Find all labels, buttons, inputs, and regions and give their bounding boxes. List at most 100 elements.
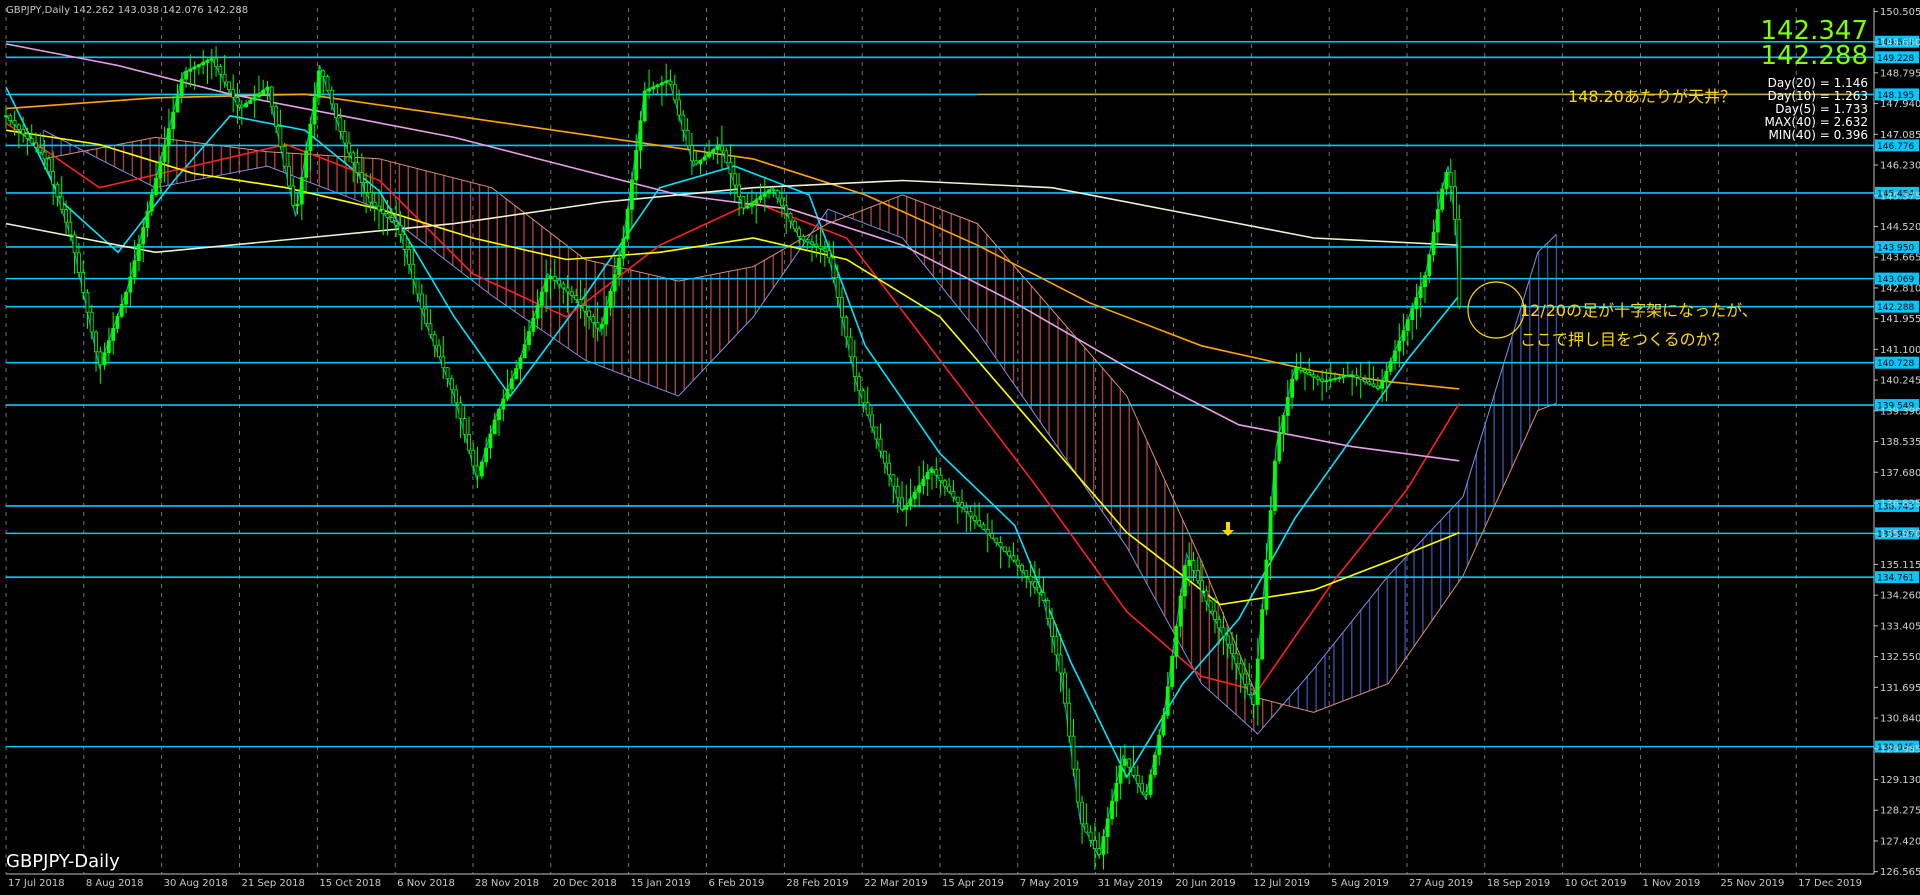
candle-body <box>1367 381 1372 385</box>
candle-body <box>771 189 776 192</box>
price-tick-label: 126.565 <box>1880 867 1920 878</box>
time-tick-label: 10 Oct 2019 <box>1565 878 1627 889</box>
time-tick-label: 28 Feb 2019 <box>786 878 848 889</box>
candle-body <box>698 159 703 165</box>
candle-body <box>865 402 870 416</box>
candle-body <box>908 498 913 506</box>
candle-body <box>282 146 287 167</box>
candle-body <box>1225 635 1230 645</box>
candle-body <box>951 491 956 498</box>
price-chart[interactable]: 149.661149.228148.195146.776145.454143.9… <box>0 0 1920 891</box>
candle-body <box>231 89 236 98</box>
candle-body <box>904 505 909 510</box>
time-tick-label: 1 Nov 2019 <box>1643 878 1701 889</box>
candle-body <box>29 138 34 144</box>
candle-body <box>89 311 94 333</box>
candle-body <box>557 279 561 285</box>
candle-body <box>25 133 30 139</box>
candle-body <box>831 257 836 279</box>
candle-body <box>1131 766 1136 776</box>
candle-body <box>1444 172 1449 190</box>
candle-body <box>68 221 73 236</box>
candle-body <box>411 263 416 280</box>
candle-body <box>158 161 163 179</box>
candle-body <box>1097 848 1102 855</box>
time-tick-label: 17 Jul 2018 <box>8 878 65 889</box>
price-tick-label: 135.115 <box>1880 560 1920 571</box>
candle-body <box>668 80 673 86</box>
candle-body <box>1088 831 1093 841</box>
candle-body <box>209 58 214 61</box>
candle-body <box>269 86 274 108</box>
candle-body <box>94 331 98 353</box>
level-tag-label: 149.228 <box>1877 54 1914 64</box>
level-tag-label: 140.728 <box>1877 359 1914 369</box>
candle-body <box>124 291 128 305</box>
candle-body <box>1024 570 1029 577</box>
candle-body <box>977 520 982 526</box>
candle-body <box>239 104 244 108</box>
candle-body <box>561 283 566 289</box>
candle-body <box>638 120 643 151</box>
candle-body <box>1140 783 1144 793</box>
candle-body <box>218 66 223 75</box>
time-tick-label: 8 Aug 2018 <box>86 878 144 889</box>
candle-body <box>1427 254 1432 277</box>
candle-body <box>505 388 510 400</box>
candle-body <box>994 537 999 543</box>
price-tick-label: 138.535 <box>1880 437 1920 448</box>
candle-body <box>797 228 802 237</box>
candle-body <box>1191 560 1196 572</box>
stat-day5: Day(5) = 1.733 <box>1775 102 1868 116</box>
candle-body <box>295 203 300 207</box>
candle-body <box>660 82 664 86</box>
candle-body <box>308 123 313 152</box>
chart-window[interactable]: 149.661 149.228 148.195 146.776 145.454 143.9… <box>0 0 1920 891</box>
candle-body <box>252 96 257 101</box>
candle-body <box>1350 374 1355 377</box>
candle-body <box>274 106 278 127</box>
candle-body <box>604 307 609 325</box>
candle-body <box>569 291 574 297</box>
candle-body <box>325 76 330 91</box>
candle-body <box>1204 590 1209 602</box>
time-tick-label: 21 Sep 2018 <box>242 878 305 889</box>
candle-body <box>407 249 411 265</box>
candle-body <box>415 278 420 295</box>
candle-body <box>887 462 892 476</box>
price-tick-label: 148.795 <box>1880 68 1920 79</box>
candle-body <box>167 128 171 146</box>
candle-body <box>574 295 579 301</box>
candle-body <box>1345 374 1350 377</box>
price-tick-label: 144.520 <box>1880 222 1920 233</box>
candle-body <box>1062 672 1067 704</box>
annotation-ceiling: 148.20あたりが天井？ <box>1568 87 1736 106</box>
candle-body <box>1247 683 1252 695</box>
candle-body <box>1251 693 1256 705</box>
annotation-doji-1: 12/20の足が十字架になったが、 <box>1520 301 1758 320</box>
candle-body <box>1401 330 1406 342</box>
candle-body <box>1384 370 1389 382</box>
candle-body <box>522 344 527 359</box>
volatility-stats: Day(20) = 1.146 Day(10) = 1.263 Day(5) =… <box>1765 76 1868 142</box>
candle-body <box>389 217 394 222</box>
candle-body <box>754 199 759 204</box>
candle-body <box>432 334 437 347</box>
candle-body <box>1260 609 1265 660</box>
candle-body <box>1105 818 1110 837</box>
price-tick-label: 147.940 <box>1880 99 1920 110</box>
candle-body <box>925 472 930 480</box>
price-tick-label: 147.085 <box>1880 130 1920 141</box>
candle-body <box>677 99 681 116</box>
candle-body <box>1165 686 1170 716</box>
candle-body <box>197 64 201 68</box>
candle-body <box>359 172 364 183</box>
candle-body <box>385 213 390 218</box>
price-tick-label: 133.405 <box>1880 621 1920 632</box>
price-tick-label: 140.245 <box>1880 376 1920 387</box>
candle-body <box>964 506 969 513</box>
candle-body <box>72 234 77 254</box>
candle-body <box>801 236 806 241</box>
candle-body <box>299 177 304 205</box>
candle-body <box>599 323 604 329</box>
